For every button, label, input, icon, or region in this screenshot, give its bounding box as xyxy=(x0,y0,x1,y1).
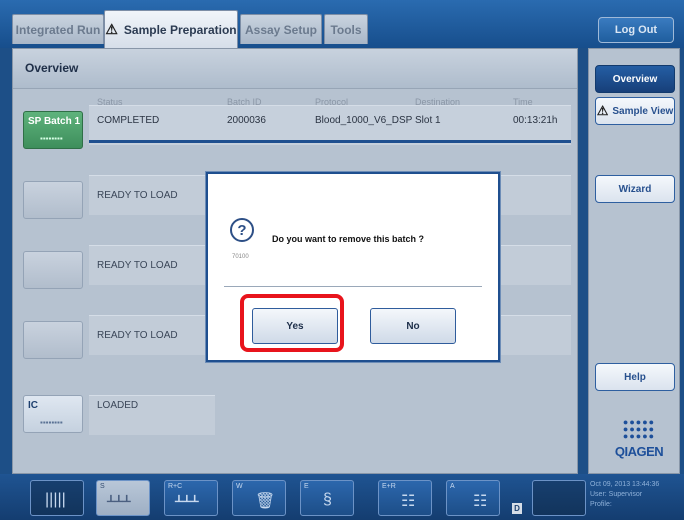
tab-integrated-run[interactable]: Integrated Run xyxy=(12,14,104,44)
row-status: READY TO LOAD xyxy=(97,260,178,271)
slot-e-r[interactable]: E+R ☷ xyxy=(378,480,432,516)
status-user: User: Supervisor xyxy=(590,491,643,498)
sample-view-button[interactable]: ⚠ Sample View xyxy=(595,97,675,125)
status-info: Oct 09, 2013 13:44:36 User: Supervisor P… xyxy=(590,480,680,510)
slot-reagents[interactable]: ||||| xyxy=(30,480,84,516)
row-time: 00:13:21h xyxy=(513,115,558,126)
top-bar: Integrated Run ⚠ Sample Preparation Assa… xyxy=(0,0,684,48)
waste-bin-icon: 🗑 xyxy=(255,493,276,510)
slot-a[interactable]: A ☷ xyxy=(446,480,500,516)
batch-label: IC xyxy=(28,400,38,411)
dialog-message: Do you want to remove this batch ? xyxy=(272,234,425,244)
tab-sample-preparation[interactable]: ⚠ Sample Preparation xyxy=(104,10,238,48)
slot-label: S xyxy=(100,483,105,490)
help-button[interactable]: Help xyxy=(595,363,675,391)
slot-label: W xyxy=(236,483,243,490)
slot-d-badge: D xyxy=(512,503,522,514)
batch-button-sp-batch-1[interactable]: SP Batch 1 ▪▪▪▪▪▪▪▪ xyxy=(23,111,83,149)
tab-label: Integrated Run xyxy=(15,22,101,37)
row-separator xyxy=(89,140,571,143)
batch-label: SP Batch 1 xyxy=(28,116,81,127)
dialog-divider xyxy=(224,286,482,287)
tube-rack-icon: ᚆᚆᚆ xyxy=(175,493,199,510)
tube-rack-icon: ||||| xyxy=(45,491,66,508)
qiagen-logo-dots: ●●●●● ●●●●● ●●●●● xyxy=(622,417,656,441)
qiagen-logo: QIAGEN xyxy=(614,444,664,459)
overview-button[interactable]: Overview xyxy=(595,65,675,93)
slot-label: E+R xyxy=(382,483,396,490)
status-profile: Profile: xyxy=(590,501,612,508)
tab-assay-setup[interactable]: Assay Setup xyxy=(240,14,322,44)
plate-icon: ☷ xyxy=(401,493,416,510)
slot-empty[interactable] xyxy=(532,480,586,516)
tab-tools[interactable]: Tools xyxy=(324,14,368,44)
batch-tube-dots: ▪▪▪▪▪▪▪▪ xyxy=(40,418,63,427)
dialog-code: 70100 xyxy=(232,254,249,260)
batch-button-empty[interactable] xyxy=(23,251,83,289)
warning-triangle-icon: ⚠ xyxy=(596,103,609,118)
slot-e[interactable]: E § xyxy=(300,480,354,516)
batch-button-ic[interactable]: IC ▪▪▪▪▪▪▪▪ xyxy=(23,395,83,433)
row-status: READY TO LOAD xyxy=(97,330,178,341)
right-sidebar: Overview ⚠ Sample View Wizard Help ●●●●●… xyxy=(588,48,680,474)
row-batch-id: 2000036 xyxy=(227,115,266,126)
slot-r-c[interactable]: R+C ᚆᚆᚆ xyxy=(164,480,218,516)
tab-label: Sample Preparation xyxy=(123,22,237,37)
tube-rack-icon: ᚆᚆᚆ xyxy=(107,493,131,510)
plate-icon: ☷ xyxy=(473,493,488,510)
batch-button-empty[interactable] xyxy=(23,321,83,359)
table-row[interactable]: LOADED xyxy=(89,395,215,435)
slot-s[interactable]: S ᚆᚆᚆ xyxy=(96,480,150,516)
row-status: COMPLETED xyxy=(97,115,160,126)
tab-label: Assay Setup xyxy=(244,22,318,37)
slot-label: E xyxy=(304,483,309,490)
logout-button[interactable]: Log Out xyxy=(598,17,674,43)
warning-triangle-icon: ⚠ xyxy=(105,21,118,37)
slot-w[interactable]: W 🗑 xyxy=(232,480,286,516)
slot-label: R+C xyxy=(168,483,183,490)
highlight-box xyxy=(240,294,344,352)
slot-label: A xyxy=(450,483,455,490)
question-icon: ? xyxy=(230,218,254,242)
row-status: LOADED xyxy=(97,400,139,411)
batch-tube-dots: ▪▪▪▪▪▪▪▪ xyxy=(40,134,63,143)
status-datetime: Oct 09, 2013 13:44:36 xyxy=(590,481,660,488)
bottom-bar: ||||| S ᚆᚆᚆ R+C ᚆᚆᚆ W 🗑 E § E+R ☷ A ☷ D … xyxy=(0,474,684,520)
row-destination: Slot 1 xyxy=(415,115,441,126)
wizard-button[interactable]: Wizard xyxy=(595,175,675,203)
sample-view-label: Sample View xyxy=(612,105,674,117)
batch-button-empty[interactable] xyxy=(23,181,83,219)
no-button[interactable]: No xyxy=(370,308,456,344)
row-protocol: Blood_1000_V6_DSP xyxy=(315,115,413,126)
tab-label: Tools xyxy=(330,22,362,37)
overview-title: Overview xyxy=(13,49,577,89)
row-status: READY TO LOAD xyxy=(97,190,178,201)
dna-icon: § xyxy=(323,491,332,508)
